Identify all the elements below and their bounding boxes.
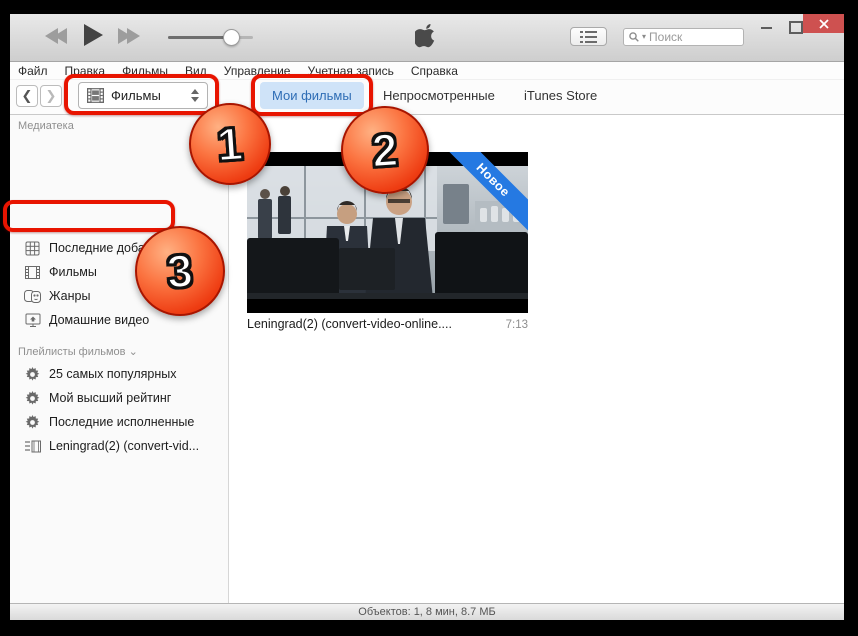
list-view-icon — [580, 30, 597, 43]
new-badge: Новое — [444, 152, 528, 236]
sidebar-playlist-top-rated[interactable]: Мой высший рейтинг — [10, 386, 228, 410]
sidebar-playlist-recently-played[interactable]: Последние исполненные — [10, 410, 228, 434]
video-duration: 7:13 — [505, 319, 528, 331]
sidebar-item-label: Leningrad(2) (convert-vid... — [49, 439, 200, 453]
status-text: Объектов: 1, 8 мин, 8.7 МБ — [358, 606, 496, 618]
search-field[interactable]: ▾ — [623, 28, 744, 46]
volume-slider[interactable] — [168, 29, 253, 46]
annotation-step-2: 2 — [341, 106, 429, 194]
masks-icon — [24, 288, 41, 305]
annotation-rect-my-movies-tab — [251, 74, 373, 116]
annotation-step-2-number: 2 — [369, 122, 400, 178]
sidebar-playlist-leningrad[interactable]: Leningrad(2) (convert-vid... — [10, 434, 228, 458]
search-input[interactable] — [649, 30, 730, 44]
sidebar-item-label: Мой высший рейтинг — [49, 391, 172, 405]
tab-itunes-store[interactable]: iTunes Store — [512, 82, 609, 109]
video-title[interactable]: Leningrad(2) (convert-video-online.... — [247, 317, 452, 331]
new-badge-label: Новое — [444, 152, 528, 236]
sidebar-item-label: 25 самых популярных — [49, 367, 177, 381]
volume-knob[interactable] — [223, 29, 240, 46]
menu-help[interactable]: Справка — [411, 64, 458, 78]
search-icon — [629, 32, 639, 42]
rewind-button[interactable] — [45, 28, 67, 49]
minimize-button[interactable] — [756, 19, 778, 33]
video-caption: Leningrad(2) (convert-video-online.... 7… — [247, 317, 528, 331]
app-body: Медиатека Последние добавленные Фильмы Ж… — [10, 115, 844, 603]
annotation-rect-media-picker — [64, 74, 219, 115]
sidebar: Медиатека Последние добавленные Фильмы Ж… — [10, 115, 229, 603]
sidebar-playlist-top-25[interactable]: 25 самых популярных — [10, 362, 228, 386]
fast-forward-icon — [127, 28, 140, 44]
video-playlist-icon — [24, 438, 41, 455]
rewind-icon — [54, 28, 67, 44]
play-icon — [84, 24, 103, 46]
toolbar: ▾ — [10, 14, 844, 62]
annotation-step-3: 3 — [135, 226, 225, 316]
annotation-step-1: 1 — [189, 103, 271, 185]
gear-icon — [24, 414, 41, 431]
gear-icon — [24, 366, 41, 383]
sidebar-item-label: Домашние видео — [49, 313, 150, 327]
screenshot-frame: ▾ Файл Правка Фильмы Вид Управление Учет… — [0, 0, 858, 636]
home-video-icon — [24, 312, 41, 329]
close-icon — [818, 18, 829, 29]
film-icon — [24, 264, 41, 281]
play-button[interactable] — [84, 24, 103, 51]
tab-unwatched[interactable]: Непросмотренные — [371, 82, 507, 109]
grid-icon — [24, 240, 41, 257]
main-content: Новое Leningrad(2) (convert-video-online… — [229, 115, 844, 603]
forward-button[interactable]: ❯ — [40, 85, 62, 107]
gear-icon — [24, 390, 41, 407]
sidebar-item-label: Фильмы — [49, 265, 97, 279]
search-scope-chevron-icon: ▾ — [642, 32, 647, 41]
annotation-step-1-number: 1 — [214, 116, 245, 172]
annotation-step-3-number: 3 — [164, 243, 195, 299]
apple-logo-icon — [413, 23, 439, 56]
close-button[interactable] — [803, 14, 844, 33]
view-options-button[interactable] — [570, 27, 607, 46]
annotation-rect-home-videos — [3, 200, 175, 232]
sidebar-header-playlists[interactable]: Плейлисты фильмов ⌄ — [18, 345, 138, 358]
fast-forward-button[interactable] — [118, 28, 140, 49]
sidebar-header-library: Медиатека — [18, 120, 74, 132]
sidebar-item-label: Последние исполненные — [49, 415, 195, 429]
menu-file[interactable]: Файл — [18, 64, 48, 78]
status-bar: Объектов: 1, 8 мин, 8.7 МБ — [10, 603, 844, 620]
sidebar-item-label: Жанры — [49, 289, 91, 303]
back-button[interactable]: ❮ — [16, 85, 38, 107]
